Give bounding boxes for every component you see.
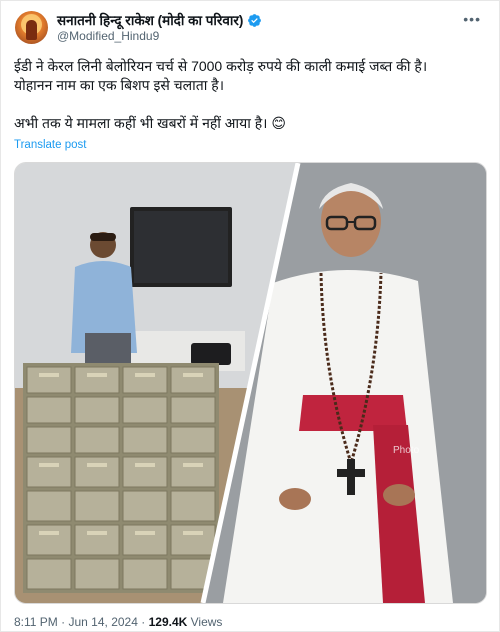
author-handle[interactable]: @Modified_Hindu9 [57,29,159,43]
tweet-text: ईडी ने केरल लिनी बेलोरियन चर्च से 7000 क… [14,57,484,133]
photo-watermark: Photo [393,445,420,456]
views-count: 129.4K [148,615,188,629]
views-label: Views [190,615,223,629]
avatar[interactable] [15,11,48,44]
tweet-date[interactable]: Jun 14, 2024 [69,615,138,629]
verified-badge-icon [248,13,262,27]
author-name-row[interactable]: सनातनी हिन्दू राकेश (मोदी का परिवार) [57,11,262,29]
tweet-line-1: ईडी ने केरल लिनी बेलोरियन चर्च से 7000 क… [14,58,428,74]
avatar-figure [26,20,37,40]
tweet-time[interactable]: 8:11 PM [14,615,58,629]
translate-post-link[interactable]: Translate post [14,139,86,151]
tweet-line-3: अभी तक ये मामला कहीं भी खबरों में नहीं आ… [14,115,286,131]
tweet-meta: 8:11 PM · Jun 14, 2024 · 129.4K Views [14,615,222,629]
more-options-icon[interactable]: ••• [463,11,481,27]
media-container[interactable]: Photo [14,162,487,604]
tweet-line-2: योहानन नाम का एक बिशप इसे चलाता है। [14,77,224,93]
tweet-card: सनातनी हिन्दू राकेश (मोदी का परिवार) @Mo… [0,0,500,632]
meta-separator-2: · [141,615,146,629]
meta-separator: · [61,615,66,629]
author-display-name[interactable]: सनातनी हिन्दू राकेश (मोदी का परिवार) [57,11,243,29]
